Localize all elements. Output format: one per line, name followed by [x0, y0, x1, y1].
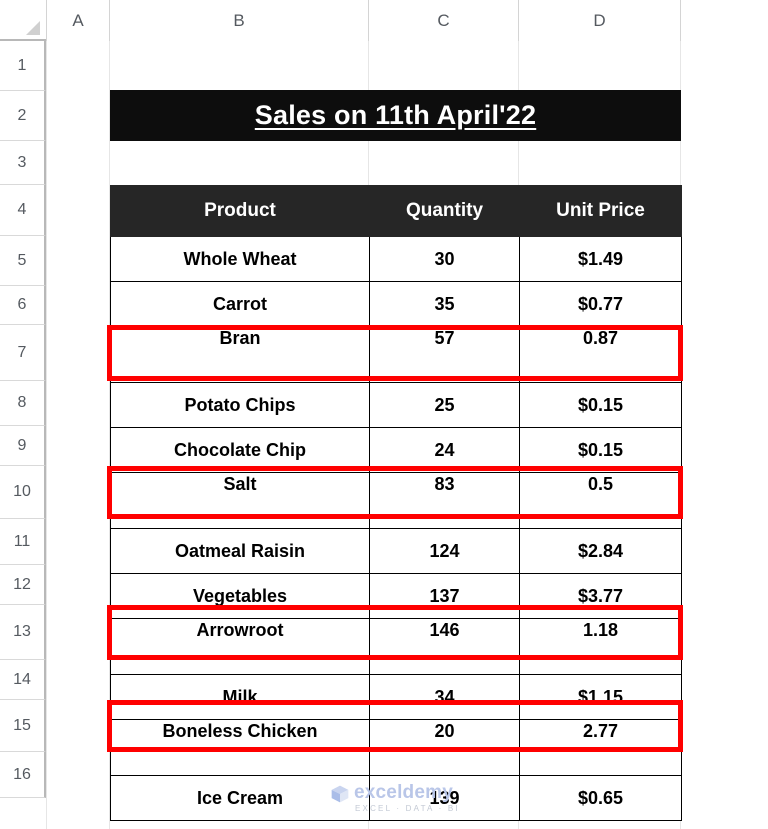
- sales-table: Product Quantity Unit Price Whole Wheat 3…: [110, 185, 682, 821]
- row-header-1[interactable]: 1: [0, 41, 46, 91]
- product-cell[interactable]: Oatmeal Raisin: [110, 528, 370, 574]
- grid-line-a: [46, 41, 47, 829]
- unit-price-cell[interactable]: $1.49: [519, 236, 682, 282]
- product-cell[interactable]: Milk: [110, 674, 370, 720]
- table-row: Chocolate Chip 24 $0.15: [110, 427, 682, 473]
- column-header-quantity: Quantity: [369, 185, 520, 237]
- column-header-e[interactable]: [680, 0, 768, 41]
- quantity-cell[interactable]: 124: [369, 528, 520, 574]
- row-header-10[interactable]: 10: [0, 466, 46, 519]
- product-cell[interactable]: Carrot: [110, 281, 370, 327]
- table-row: Milk 34 $1.15: [110, 674, 682, 720]
- select-all-corner[interactable]: [0, 0, 46, 41]
- row-header-12[interactable]: 12: [0, 565, 46, 605]
- unit-price-cell[interactable]: $2.84: [519, 528, 682, 574]
- column-header-a[interactable]: A: [46, 0, 109, 41]
- table-row: Bran 57 0.87: [110, 326, 682, 383]
- product-cell[interactable]: Potato Chips: [110, 382, 370, 428]
- table-row: Whole Wheat 30 $1.49: [110, 236, 682, 282]
- quantity-cell[interactable]: 57: [369, 326, 520, 383]
- row-header-8[interactable]: 8: [0, 381, 46, 426]
- row-header-5[interactable]: 5: [0, 236, 46, 286]
- quantity-cell[interactable]: 20: [369, 719, 520, 776]
- spreadsheet-canvas: Sales on 11th April'22 Product Quantity …: [0, 0, 768, 829]
- unit-price-cell[interactable]: $0.15: [519, 427, 682, 473]
- row-header-7[interactable]: 7: [0, 325, 46, 381]
- product-cell[interactable]: Vegetables: [110, 573, 370, 619]
- table-row: Vegetables 137 $3.77: [110, 573, 682, 619]
- product-cell[interactable]: Arrowroot: [110, 618, 370, 675]
- row-header-14[interactable]: 14: [0, 660, 46, 700]
- table-header-row: Product Quantity Unit Price: [110, 185, 682, 237]
- table-row: Salt 83 0.5: [110, 472, 682, 529]
- table-row: Arrowroot 146 1.18: [110, 618, 682, 675]
- row-header-16[interactable]: 16: [0, 752, 46, 798]
- quantity-cell[interactable]: 83: [369, 472, 520, 529]
- table-row: Boneless Chicken 20 2.77: [110, 719, 682, 776]
- table-row: Carrot 35 $0.77: [110, 281, 682, 327]
- product-cell[interactable]: Boneless Chicken: [110, 719, 370, 776]
- row-header-9[interactable]: 9: [0, 426, 46, 466]
- unit-price-cell[interactable]: 1.18: [519, 618, 682, 675]
- unit-price-cell[interactable]: $0.77: [519, 281, 682, 327]
- unit-price-cell[interactable]: 0.87: [519, 326, 682, 383]
- unit-price-cell[interactable]: $1.15: [519, 674, 682, 720]
- row-header-15[interactable]: 15: [0, 700, 46, 752]
- column-header-product: Product: [110, 185, 370, 237]
- quantity-cell[interactable]: 30: [369, 236, 520, 282]
- select-all-triangle-icon: [26, 21, 40, 35]
- quantity-cell[interactable]: 34: [369, 674, 520, 720]
- quantity-cell[interactable]: 139: [369, 775, 520, 821]
- row-header-13[interactable]: 13: [0, 605, 46, 660]
- product-cell[interactable]: Chocolate Chip: [110, 427, 370, 473]
- row-header-11[interactable]: 11: [0, 519, 46, 565]
- quantity-cell[interactable]: 35: [369, 281, 520, 327]
- table-row: Potato Chips 25 $0.15: [110, 382, 682, 428]
- column-header-strip: A B C D: [0, 0, 768, 41]
- row-header-4[interactable]: 4: [0, 185, 46, 236]
- row-header-6[interactable]: 6: [0, 286, 46, 325]
- product-cell[interactable]: Salt: [110, 472, 370, 529]
- quantity-cell[interactable]: 137: [369, 573, 520, 619]
- quantity-cell[interactable]: 25: [369, 382, 520, 428]
- table-row: Ice Cream 139 $0.65: [110, 775, 682, 821]
- quantity-cell[interactable]: 146: [369, 618, 520, 675]
- unit-price-cell[interactable]: $0.15: [519, 382, 682, 428]
- sheet-title-banner: Sales on 11th April'22: [110, 90, 681, 141]
- unit-price-cell[interactable]: 0.5: [519, 472, 682, 529]
- product-cell[interactable]: Bran: [110, 326, 370, 383]
- product-cell[interactable]: Ice Cream: [110, 775, 370, 821]
- product-cell[interactable]: Whole Wheat: [110, 236, 370, 282]
- row-header-3[interactable]: 3: [0, 141, 46, 185]
- unit-price-cell[interactable]: $0.65: [519, 775, 682, 821]
- column-header-d[interactable]: D: [518, 0, 680, 41]
- unit-price-cell[interactable]: $3.77: [519, 573, 682, 619]
- column-header-c[interactable]: C: [368, 0, 518, 41]
- column-header-b[interactable]: B: [109, 0, 368, 41]
- table-row: Oatmeal Raisin 124 $2.84: [110, 528, 682, 574]
- row-header-2[interactable]: 2: [0, 91, 46, 141]
- column-header-unit-price: Unit Price: [519, 185, 682, 237]
- unit-price-cell[interactable]: 2.77: [519, 719, 682, 776]
- table-body: Whole Wheat 30 $1.49 Carrot 35 $0.77 Bran 57 0.8…: [110, 236, 682, 821]
- quantity-cell[interactable]: 24: [369, 427, 520, 473]
